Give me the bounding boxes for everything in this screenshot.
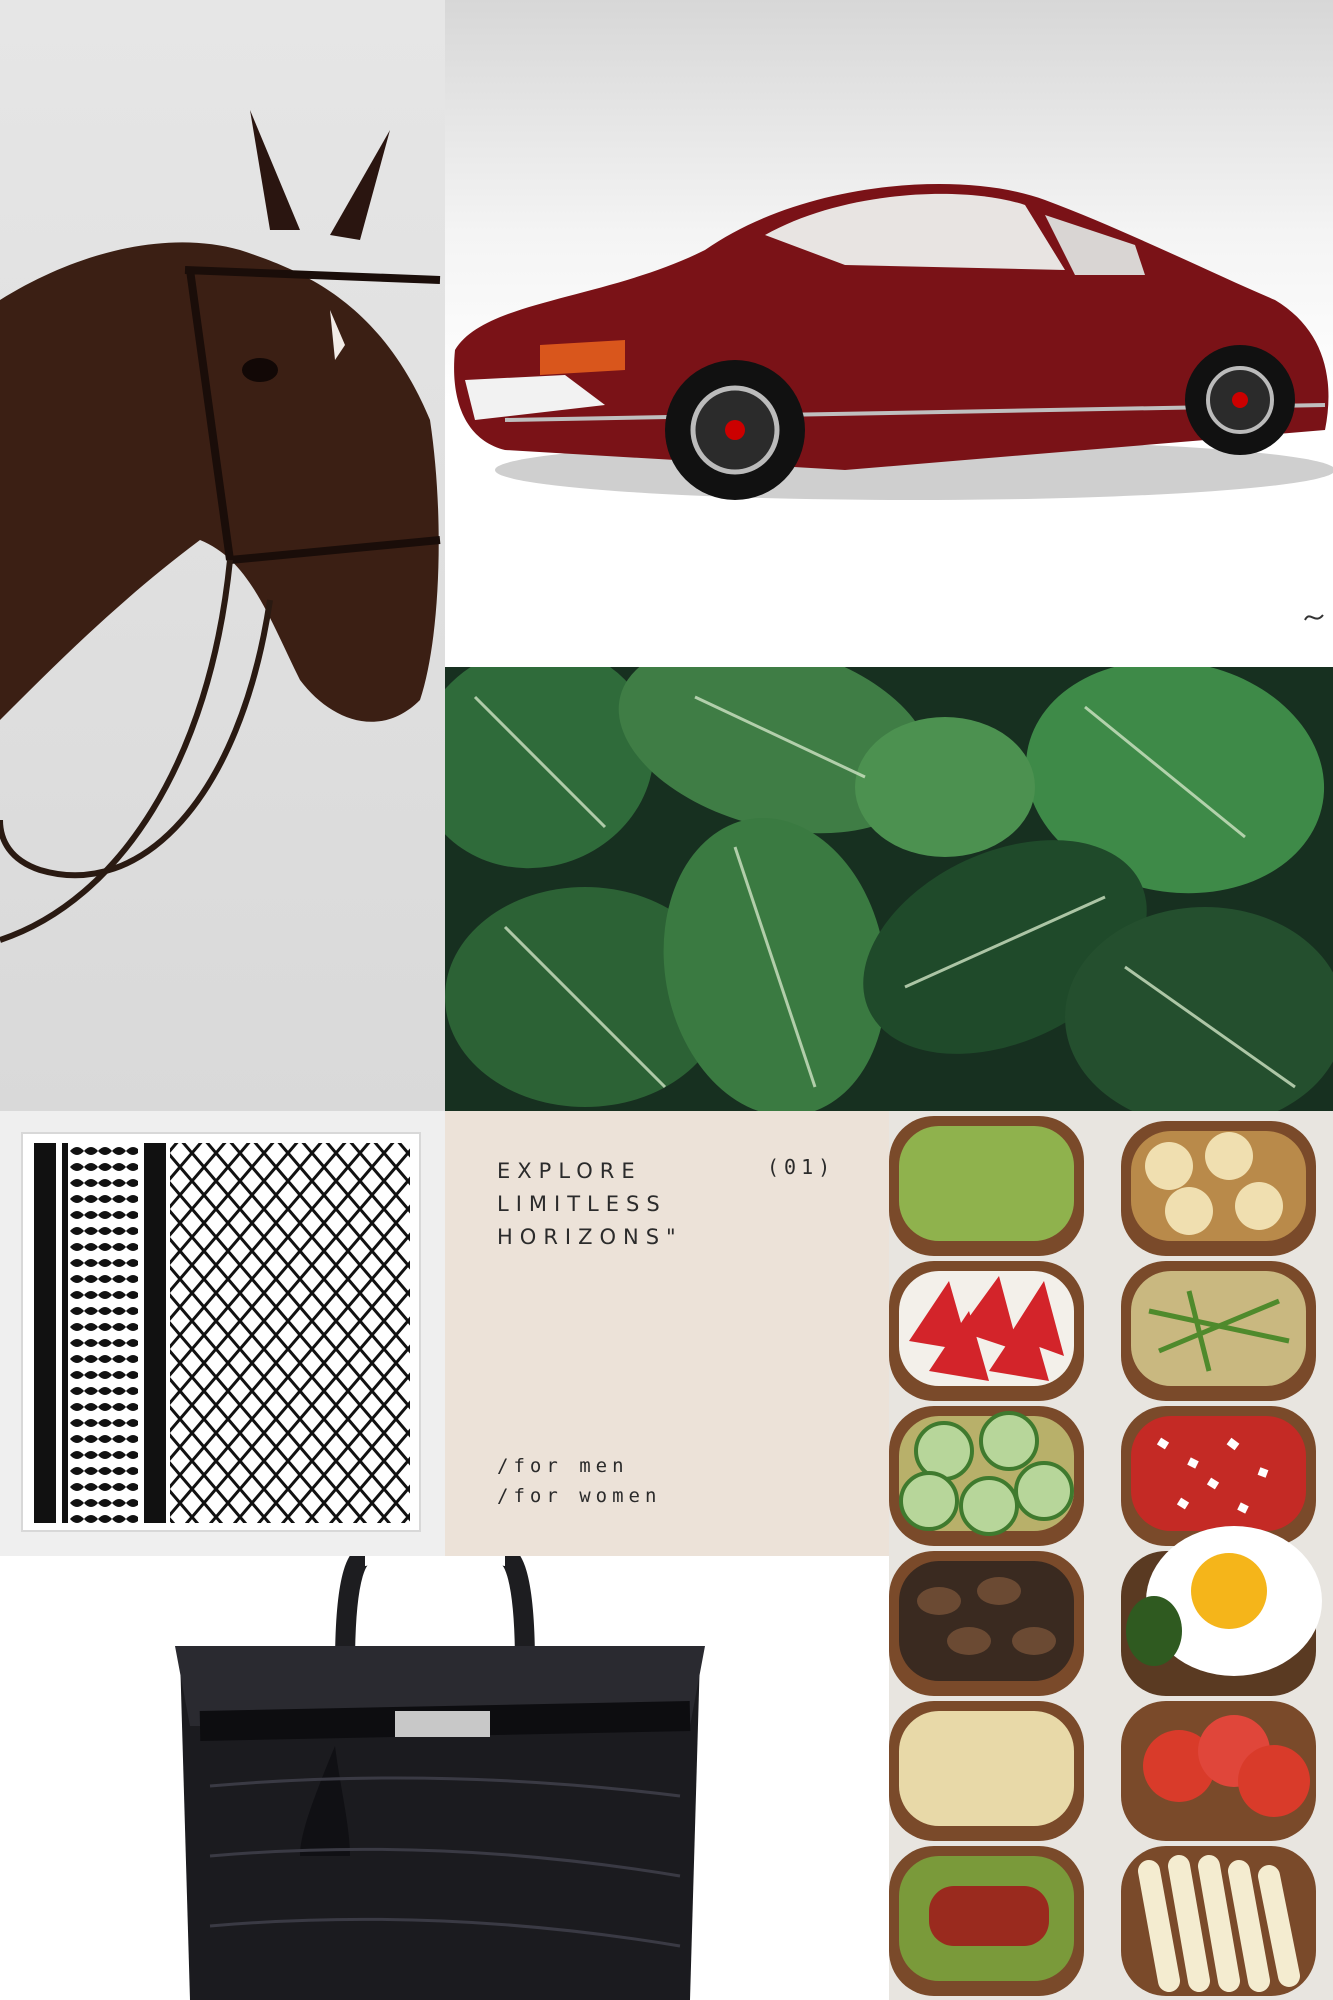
page-index: (01) <box>767 1155 836 1179</box>
toasts-illustration <box>889 1111 1333 2000</box>
pattern-photo <box>0 1111 445 1556</box>
toasts-photo <box>889 1111 1333 2000</box>
horse-illustration <box>0 110 441 943</box>
car-illustration <box>454 184 1333 621</box>
link-for-women[interactable]: /for women <box>497 1481 661 1511</box>
bag-illustration <box>175 1556 705 2000</box>
leaves-photo <box>445 667 1333 1111</box>
leaves-illustration <box>445 667 1333 1111</box>
text-panel: EXPLORE LIMITLESS HORIZONS" (01) /for me… <box>445 1111 889 1556</box>
headline: EXPLORE LIMITLESS HORIZONS" <box>497 1159 683 1249</box>
link-for-men[interactable]: /for men <box>497 1451 661 1481</box>
pattern-illustration <box>21 1132 421 1532</box>
gender-links: /for men /for women <box>497 1451 661 1511</box>
bag-photo <box>0 1556 889 2000</box>
horse-photo <box>0 0 445 1111</box>
car-photo <box>445 0 1333 667</box>
